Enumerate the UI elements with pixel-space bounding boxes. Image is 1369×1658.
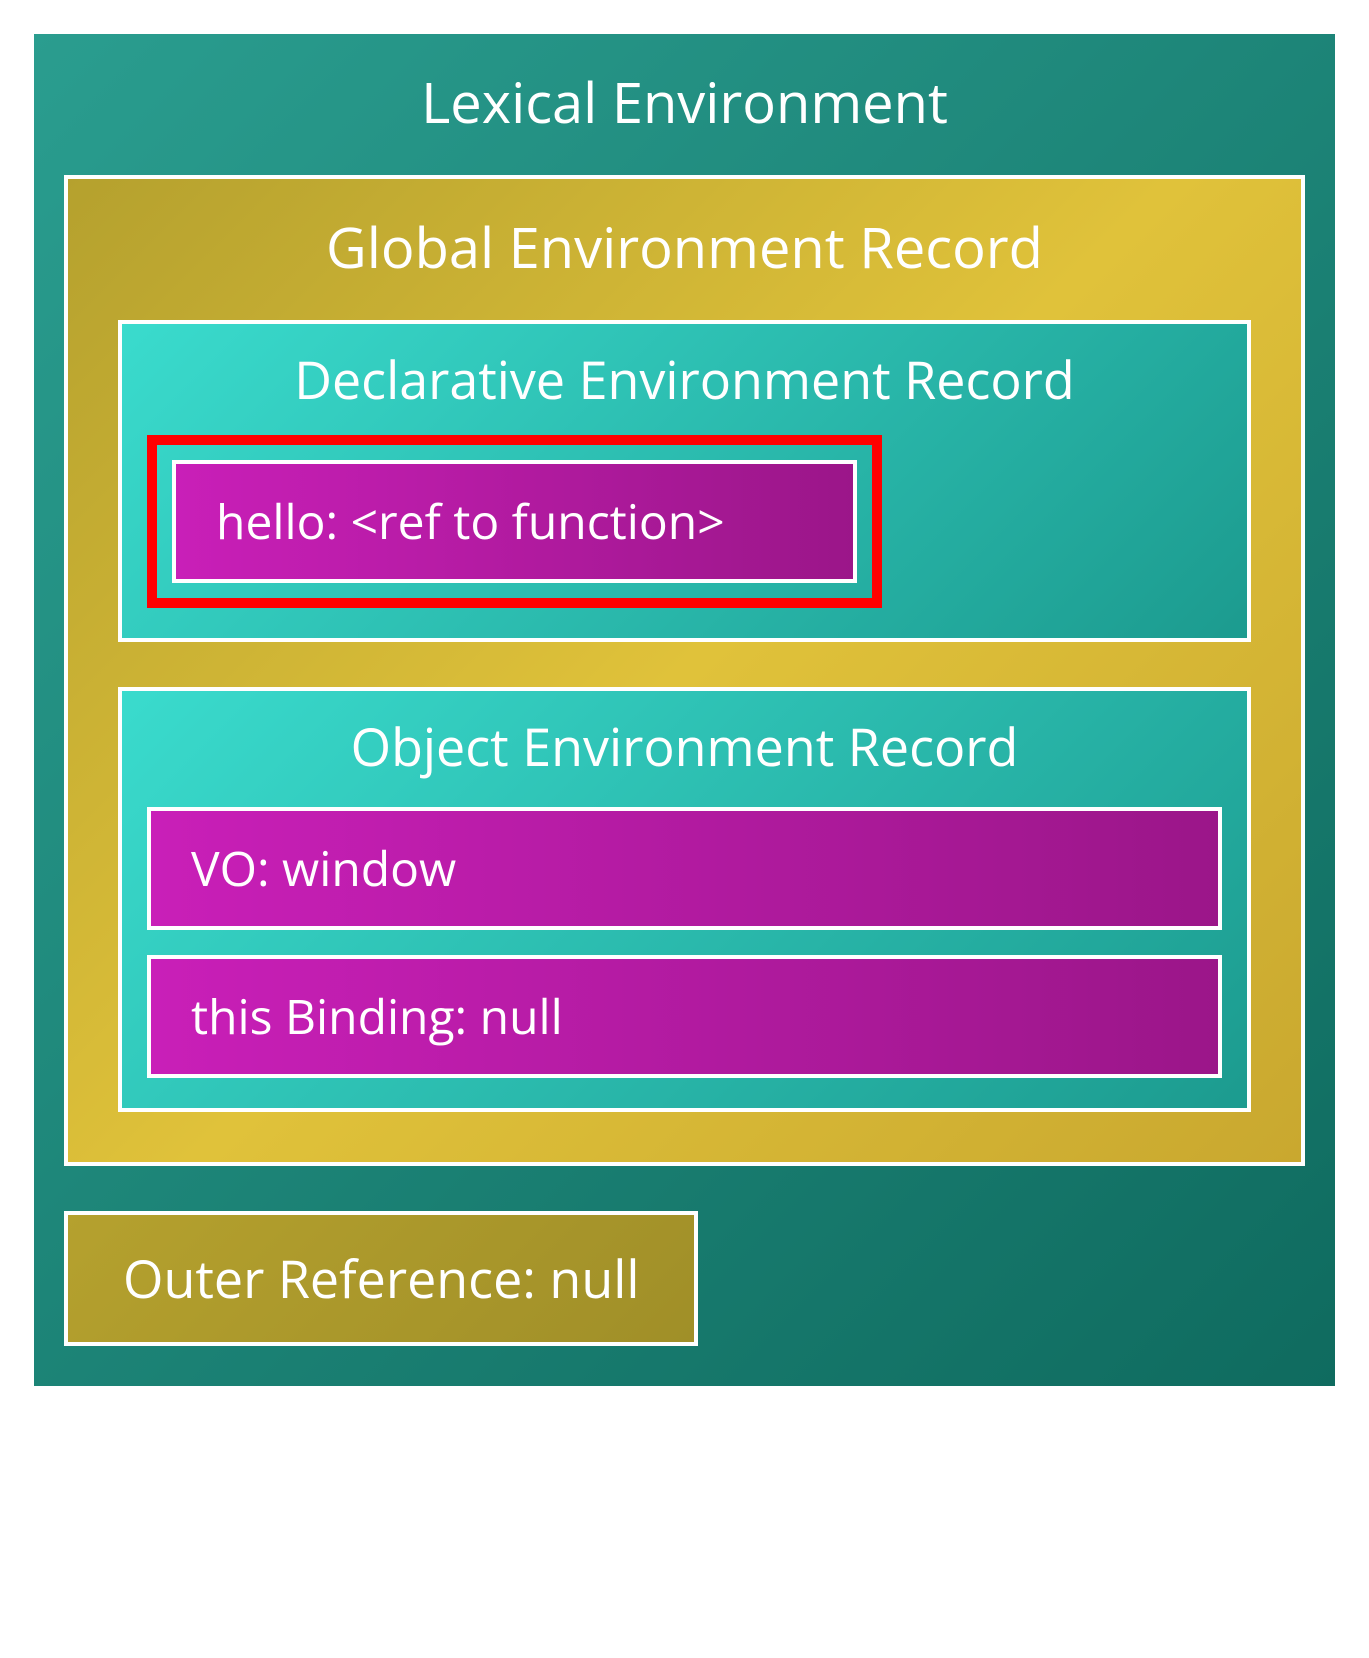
highlighted-entry-border: hello: <ref to function> bbox=[147, 435, 882, 608]
object-environment-record-title: Object Environment Record bbox=[147, 711, 1222, 782]
declarative-entry-hello: hello: <ref to function> bbox=[172, 460, 857, 583]
lexical-environment-box: Lexical Environment Global Environment R… bbox=[30, 30, 1339, 1390]
object-entry-this-binding: this Binding: null bbox=[147, 955, 1222, 1078]
lexical-environment-title: Lexical Environment bbox=[64, 64, 1305, 140]
global-environment-record-title: Global Environment Record bbox=[118, 209, 1251, 285]
outer-reference-box: Outer Reference: null bbox=[64, 1211, 698, 1346]
object-entry-vo: VO: window bbox=[147, 807, 1222, 930]
object-environment-record-box: Object Environment Record VO: window thi… bbox=[118, 687, 1251, 1112]
global-environment-record-box: Global Environment Record Declarative En… bbox=[64, 175, 1305, 1166]
declarative-environment-record-box: Declarative Environment Record hello: <r… bbox=[118, 320, 1251, 642]
declarative-environment-record-title: Declarative Environment Record bbox=[147, 344, 1222, 415]
